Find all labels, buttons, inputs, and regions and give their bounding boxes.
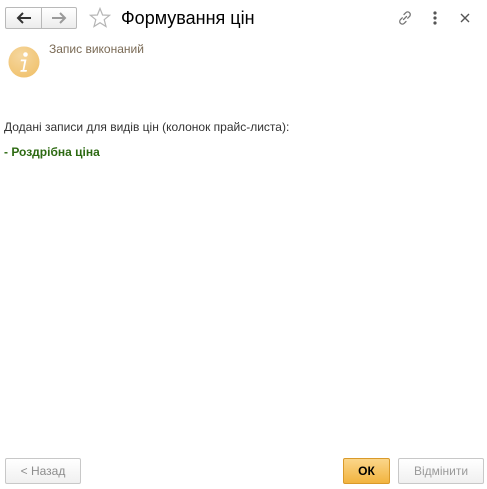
ok-button[interactable]: ОК [343,458,390,484]
close-icon[interactable] [456,9,474,27]
more-vertical-icon[interactable] [426,9,444,27]
back-button[interactable]: < Назад [5,458,81,484]
arrow-right-icon [52,12,67,24]
back-nav-button[interactable] [6,8,41,28]
arrow-left-icon [16,12,31,24]
star-icon[interactable] [89,7,111,29]
info-icon [8,46,40,78]
title-bar: Формування цін [0,0,487,36]
status-label: Запис виконаний [49,42,144,56]
navigation-buttons [5,7,77,29]
forward-nav-button[interactable] [41,8,76,28]
window-title: Формування цін [121,8,255,28]
cancel-button[interactable]: Відмінити [398,458,484,484]
link-icon[interactable] [396,9,414,27]
result-message: Додані записи для видів цін (колонок пра… [4,120,290,134]
list-item: - Роздрібна ціна [4,145,100,159]
